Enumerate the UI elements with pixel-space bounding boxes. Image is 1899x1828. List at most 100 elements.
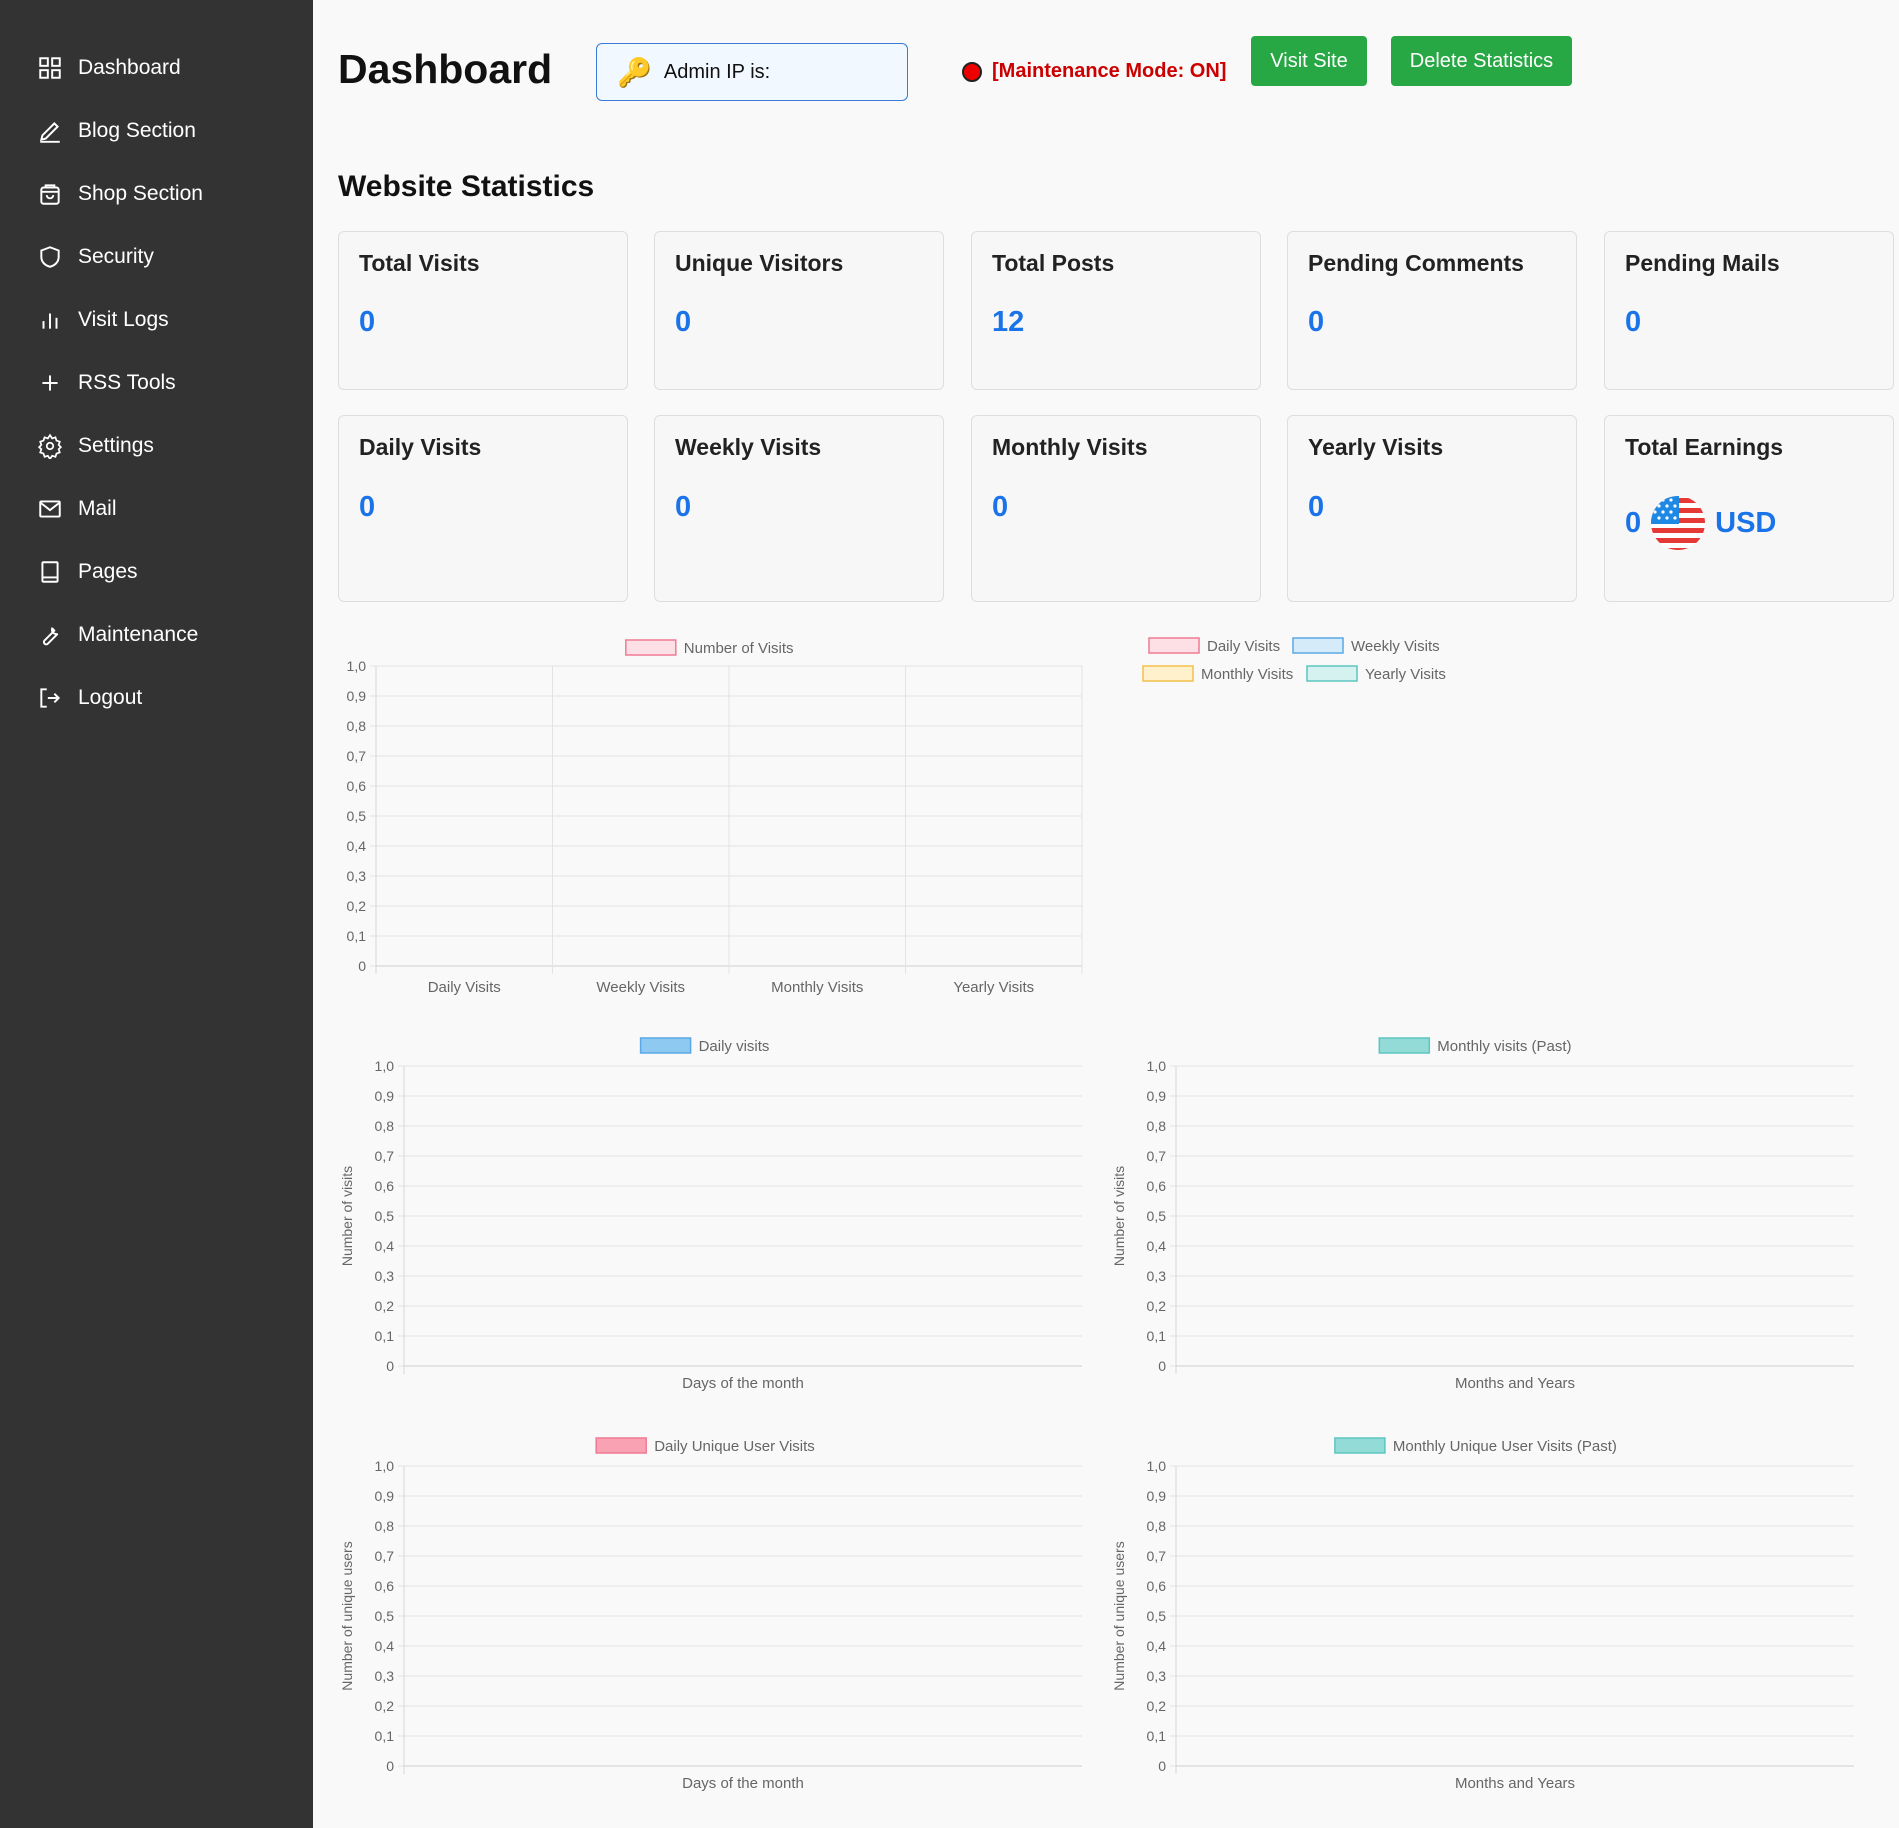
stat-card-total-posts: Total Posts 12 [971,231,1261,390]
y-tick-label: 0,9 [347,688,367,704]
y-tick-label: 0 [1158,1758,1166,1774]
y-tick-label: 0,2 [347,898,367,914]
sidebar-item-rss-tools[interactable]: RSS Tools [36,363,176,403]
y-tick-label: 0 [386,1358,394,1374]
y-tick-label: 0,7 [1147,1548,1167,1564]
stat-card-value: 0 [1308,491,1325,523]
y-tick-label: 1,0 [375,1458,395,1474]
sidebar-item-visit-logs[interactable]: Visit Logs [36,300,169,340]
stat-card-title: Unique Visitors [675,250,844,276]
stat-card-title: Weekly Visits [675,434,822,460]
sidebar-item-security[interactable]: Security [36,237,154,277]
stat-card-value: 0 [675,306,692,338]
stat-card-title: Total Earnings [1625,434,1784,460]
shopping-bag-icon [36,180,64,208]
admin-ip-box: 🔑 Admin IP is: [596,43,908,101]
chart-svg: Daily visits 1,0 0,9 0,8 0,7 0,6 0,5 0,4 0,3 0,2 0… [339,1037,1082,1392]
envelope-icon [36,495,64,523]
sidebar-item-mail[interactable]: Mail [36,489,117,529]
sidebar-item-label: Mail [78,497,117,520]
legend-item-monthly-visits-past: Monthly visits (Past) [1378,1037,1572,1055]
legend-item-monthly-unique-user-visits-past: Monthly Unique User Visits (Past) [1334,1437,1617,1455]
visits-summary-chart: Number of Visits 1,0 0,9 0,8 0,7 0,6 0,5 0,4 0,3… [338,628,1090,1008]
section-title: Website Statistics [338,170,595,203]
legend-swatch [1378,1037,1431,1054]
sidebar-item-pages[interactable]: Pages [36,552,138,592]
stat-card-total-visits: Total Visits 0 [338,231,628,390]
legend-item-yearly-visits: Yearly Visits [1306,665,1446,683]
monthly-unique-users-chart: Monthly Unique User Visits (Past) 1,0 0,9 0… [1110,1428,1862,1808]
y-tick-label: 0,4 [347,838,367,854]
x-tick-label: Monthly Visits [771,979,863,996]
y-tick-label: 0,7 [375,1548,395,1564]
legend-label: Weekly Visits [1351,638,1440,655]
stat-card-pending-mails: Pending Mails 0 [1604,231,1894,390]
visits-distribution-chart: Daily Visits Weekly Visits Monthly Visits Y… [1105,628,1885,1008]
x-tick-label: Daily Visits [428,979,501,996]
legend-item-daily-visits: Daily visits [639,1037,769,1055]
y-tick-label: 0,5 [1147,1608,1167,1624]
stat-card-value: 0 [1625,306,1642,338]
y-tick-label: 0,4 [375,1638,395,1654]
stat-card-yearly-visits: Yearly Visits 0 [1287,415,1577,602]
y-tick-label: 0,7 [1147,1148,1167,1164]
earnings-value-row: 0 USD [1625,494,1776,552]
logout-icon [36,684,64,712]
earnings-currency: USD [1715,506,1777,539]
y-tick-label: 0,9 [1147,1488,1167,1504]
y-tick-label: 0,3 [1147,1268,1167,1284]
y-tick-label: 0,7 [375,1148,395,1164]
sidebar-item-label: Logout [78,686,143,709]
maintenance-status: [Maintenance Mode: ON] [962,60,1226,83]
y-tick-label: 0,7 [347,748,367,764]
daily-visits-chart: Daily visits 1,0 0,9 0,8 0,7 0,6 0,5 0,4 0,3 0,2 0… [338,1028,1090,1408]
sidebar-item-shop-section[interactable]: Shop Section [36,174,203,214]
sidebar-item-settings[interactable]: Settings [36,426,154,466]
sidebar-item-maintenance[interactable]: Maintenance [36,615,198,655]
sidebar-item-label: Shop Section [78,182,203,205]
y-tick-label: 0,9 [1147,1088,1167,1104]
y-tick-label: 0,4 [1147,1638,1167,1654]
y-tick-label: 0,9 [375,1088,395,1104]
stat-card-unique-visitors: Unique Visitors 0 [654,231,944,390]
legend-swatch [1306,665,1358,682]
red-circle-icon [962,61,982,82]
sidebar-item-logout[interactable]: Logout [36,678,142,718]
y-tick-label: 0,8 [1147,1518,1167,1534]
book-icon [36,558,64,586]
y-tick-label: 0,6 [347,778,367,794]
legend-item-daily-visits: Daily Visits [1148,637,1280,655]
legend-item-monthly-visits: Monthly Visits [1142,665,1293,683]
y-tick-label: 0,2 [1147,1698,1167,1714]
stat-card-title: Total Visits [359,250,480,276]
x-axis-title: Days of the month [682,1775,804,1792]
visit-site-button[interactable]: Visit Site [1251,36,1367,86]
legend-item-number-of-visits: Number of Visits [625,639,794,657]
delete-statistics-button[interactable]: Delete Statistics [1391,36,1572,86]
stat-card-title: Total Posts [992,250,1115,276]
y-tick-label: 0,1 [375,1728,395,1744]
legend-label: Number of Visits [684,640,794,657]
x-tick-label: Weekly Visits [596,979,685,996]
legend-label: Monthly Visits [1201,666,1293,683]
stat-card-total-earnings: Total Earnings 0 USD [1604,415,1894,602]
sidebar-item-blog-section[interactable]: Blog Section [36,111,196,151]
admin-ip-label: Admin IP is: [663,60,771,83]
stat-card-title: Monthly Visits [992,434,1148,460]
legend-label: Monthly visits (Past) [1437,1038,1571,1055]
y-tick-label: 0,4 [1147,1238,1167,1254]
legend-item-daily-unique-user-visits: Daily Unique User Visits [595,1437,815,1455]
sidebar-item-label: Maintenance [78,623,199,646]
legend-label: Daily Visits [1207,638,1280,655]
earnings-amount: 0 [1625,506,1642,539]
y-tick-label: 0 [386,1758,394,1774]
legend-label: Monthly Unique User Visits (Past) [1393,1438,1617,1455]
y-tick-label: 0,6 [1147,1178,1167,1194]
stat-card-value: 12 [992,306,1025,338]
y-axis-title: Number of unique users [339,1541,355,1690]
sidebar-item-label: Settings [78,434,154,457]
y-tick-label: 0,3 [375,1668,395,1684]
monthly-visits-chart: Monthly visits (Past) 1,0 0,9 0,8 0,7 0,6 0,5 0… [1110,1028,1862,1408]
page-title: Dashboard [338,46,553,92]
sidebar-item-dashboard[interactable]: Dashboard [36,48,181,88]
